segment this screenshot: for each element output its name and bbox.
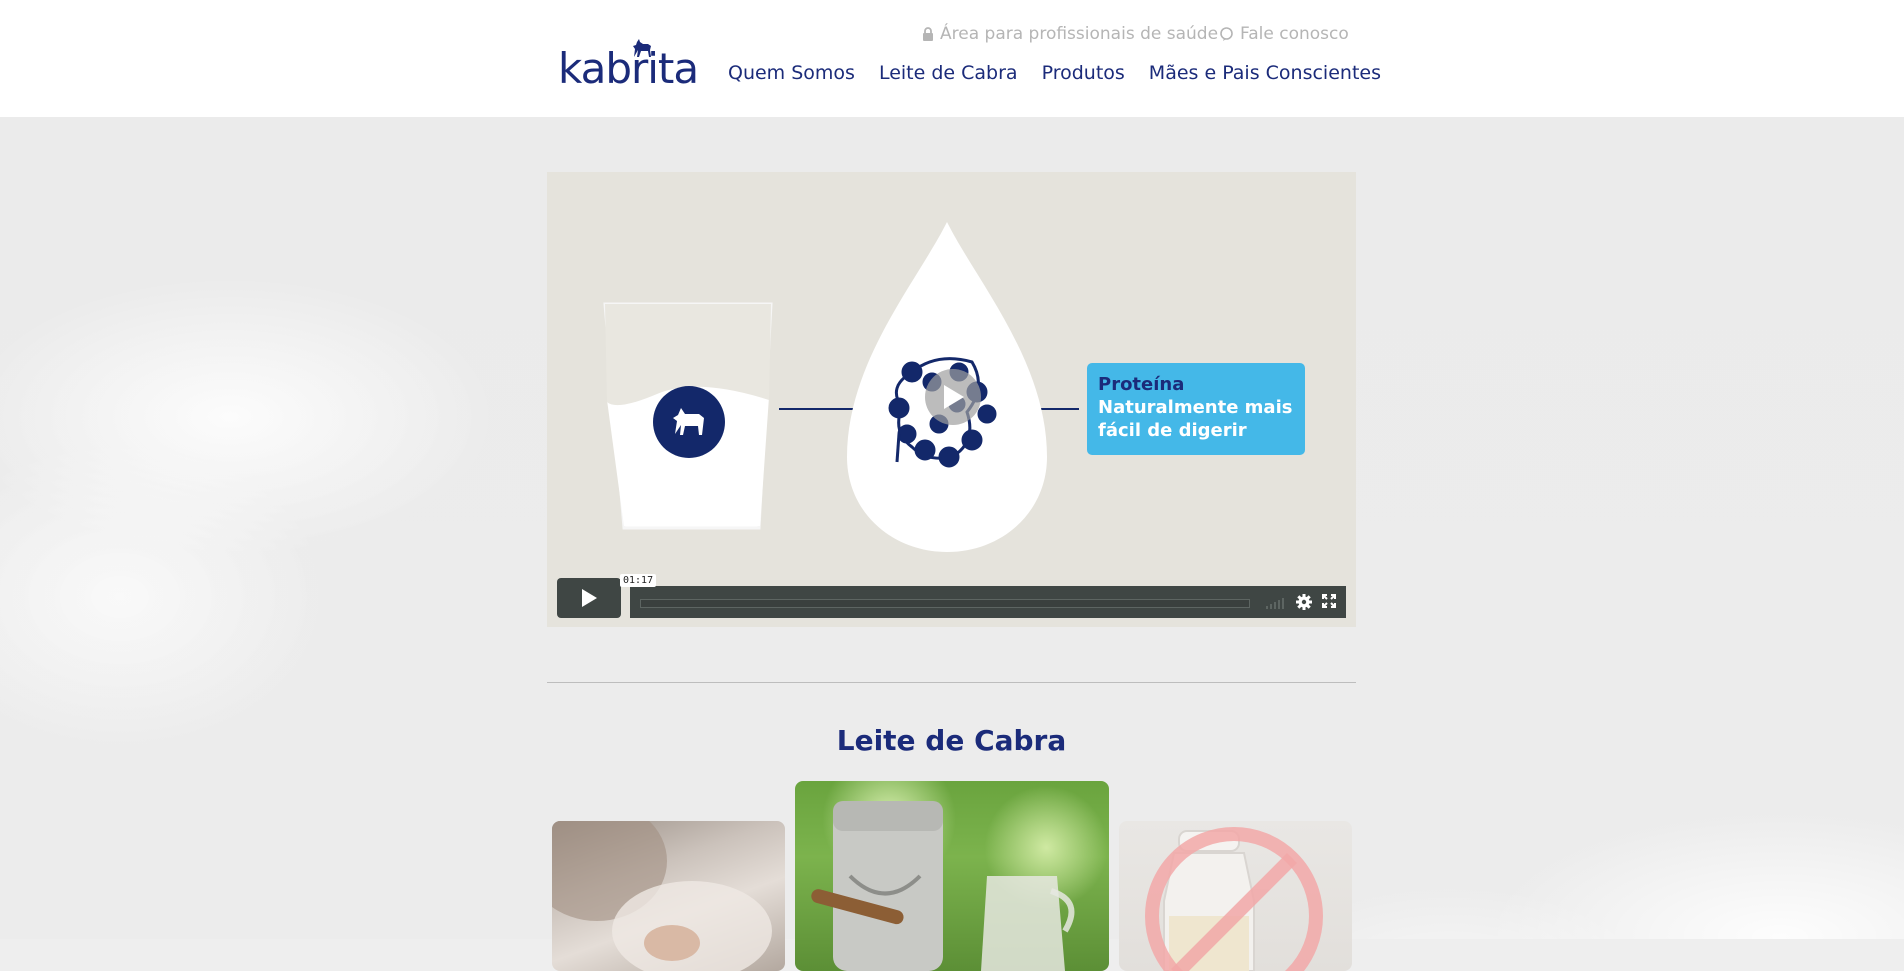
contact-link-label: Fale conosco [1240, 24, 1349, 44]
card-no-bottle[interactable] [1119, 821, 1352, 971]
contact-link[interactable]: Fale conosco [1219, 24, 1349, 44]
callout-text: Naturalmente mais fácil de digerir [1098, 397, 1293, 441]
play-icon [944, 385, 964, 409]
nav-item-leite-de-cabra[interactable]: Leite de Cabra [879, 62, 1018, 84]
control-bar: 01:17 [620, 574, 1346, 618]
card-milk-can[interactable] [795, 781, 1109, 971]
card-mother-baby[interactable] [552, 821, 785, 971]
nav-item-quem-somos[interactable]: Quem Somos [728, 62, 855, 84]
kabrita-logo[interactable]: kabrita [558, 38, 699, 92]
lock-icon [923, 27, 933, 41]
site-header: kabrita Área para profissionais de saúde… [0, 0, 1904, 117]
video-center-play-button[interactable] [925, 369, 981, 425]
main-nav: Quem Somos Leite de Cabra Produtos Mães … [728, 62, 1381, 84]
fullscreen-icon[interactable] [1322, 594, 1336, 608]
professionals-link-label: Área para profissionais de saúde [940, 24, 1219, 44]
mother-baby-photo [552, 821, 772, 971]
nav-item-maes-e-pais[interactable]: Mães e Pais Conscientes [1149, 62, 1381, 84]
video-player[interactable]: Proteína Naturalmente mais fácil de dige… [547, 172, 1356, 627]
play-icon [582, 589, 597, 607]
protein-callout: Proteína Naturalmente mais fácil de dige… [1087, 363, 1305, 455]
volume-icon[interactable] [1266, 597, 1284, 609]
video-controls: 01:17 [557, 574, 1346, 618]
gear-icon[interactable] [1295, 593, 1313, 611]
progress-track[interactable] [640, 599, 1250, 608]
chat-bubble-icon [1220, 26, 1233, 41]
milk-can-photo [811, 801, 1075, 971]
play-button[interactable] [557, 578, 621, 618]
section-title: Leite de Cabra [836, 724, 1067, 757]
professionals-link[interactable]: Área para profissionais de saúde [922, 24, 1218, 44]
logo-wordmark: kabrita [558, 44, 699, 93]
no-bottle-photo [1145, 827, 1323, 971]
time-tooltip: 01:17 [620, 574, 657, 587]
callout-title: Proteína [1098, 374, 1185, 395]
nav-item-produtos[interactable]: Produtos [1042, 62, 1125, 84]
section-divider [547, 682, 1356, 683]
